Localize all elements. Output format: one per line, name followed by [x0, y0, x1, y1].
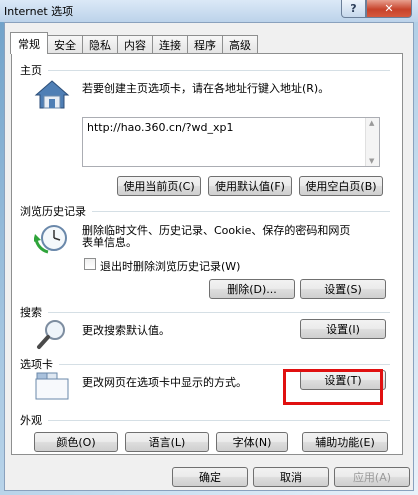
use-default-button[interactable]: 使用默认值(F): [208, 176, 292, 196]
home-description: 若要创建主页选项卡，请在各地址行键入地址(R)。: [82, 82, 330, 95]
title-bar: Internet 选项 ? ✕: [0, 0, 418, 22]
cancel-button[interactable]: 取消: [253, 467, 329, 487]
apply-button[interactable]: 应用(A): [334, 467, 410, 487]
help-icon: ?: [350, 2, 357, 15]
tab-strip: 常规 安全 隐私 内容 连接 程序 高级: [10, 32, 258, 54]
languages-button[interactable]: 语言(L): [125, 432, 209, 452]
use-current-button[interactable]: 使用当前页(C): [117, 176, 201, 196]
search-settings-button[interactable]: 设置(I): [300, 319, 386, 339]
home-url-textarea[interactable]: http://hao.360.cn/?wd_xp1 ▲ ▼: [82, 117, 380, 167]
history-section-header: 浏览历史记录: [20, 203, 390, 219]
use-blank-button[interactable]: 使用空白页(B): [299, 176, 383, 196]
accessibility-highlight-box: [283, 369, 383, 405]
dialog-body: 常规 安全 隐私 内容 连接 程序 高级 主页 若要创建主页选项卡，请在各地址行…: [4, 22, 414, 491]
tab-programs[interactable]: 程序: [188, 35, 223, 53]
close-icon: ✕: [384, 2, 394, 15]
history-heading: 浏览历史记录: [20, 205, 86, 218]
search-icon: [37, 320, 65, 349]
tabbed-window-icon: [35, 372, 69, 400]
history-settings-button[interactable]: 设置(S): [300, 279, 386, 299]
home-url-value: http://hao.360.cn/?wd_xp1: [87, 121, 234, 134]
home-heading: 主页: [20, 64, 42, 77]
delete-on-exit-checkbox[interactable]: [84, 258, 96, 270]
colors-button[interactable]: 颜色(O): [34, 432, 118, 452]
tab-connections[interactable]: 连接: [153, 35, 188, 53]
tabs-description: 更改网页在选项卡中显示的方式。: [82, 376, 247, 389]
home-url-scrollbar[interactable]: ▲ ▼: [365, 118, 379, 166]
fonts-button[interactable]: 字体(N): [216, 432, 288, 452]
appearance-heading: 外观: [20, 414, 42, 427]
delete-on-exit-label: 退出时删除浏览历史记录(W): [100, 260, 241, 273]
scroll-down-icon: ▼: [369, 157, 375, 165]
tab-security[interactable]: 安全: [48, 35, 83, 53]
house-icon: [34, 80, 70, 109]
tab-general[interactable]: 常规: [10, 32, 48, 54]
tab-privacy[interactable]: 隐私: [83, 35, 118, 53]
history-clock-icon: [34, 225, 67, 254]
search-description: 更改搜索默认值。: [82, 324, 170, 337]
delete-history-button[interactable]: 删除(D)...: [209, 279, 295, 299]
scroll-up-icon: ▲: [369, 119, 375, 127]
appearance-section-header: 外观: [20, 412, 390, 428]
window-title: Internet 选项: [4, 5, 74, 18]
history-description-line2: 表单信息。: [82, 236, 137, 249]
tab-advanced[interactable]: 高级: [223, 35, 258, 53]
accessibility-button[interactable]: 辅助功能(E): [302, 432, 388, 452]
ok-button[interactable]: 确定: [172, 467, 248, 487]
home-section-header: 主页: [20, 62, 390, 78]
search-section-header: 搜索: [20, 304, 390, 320]
close-button[interactable]: ✕: [366, 0, 412, 18]
tab-content[interactable]: 内容: [118, 35, 153, 53]
help-button[interactable]: ?: [341, 0, 366, 18]
